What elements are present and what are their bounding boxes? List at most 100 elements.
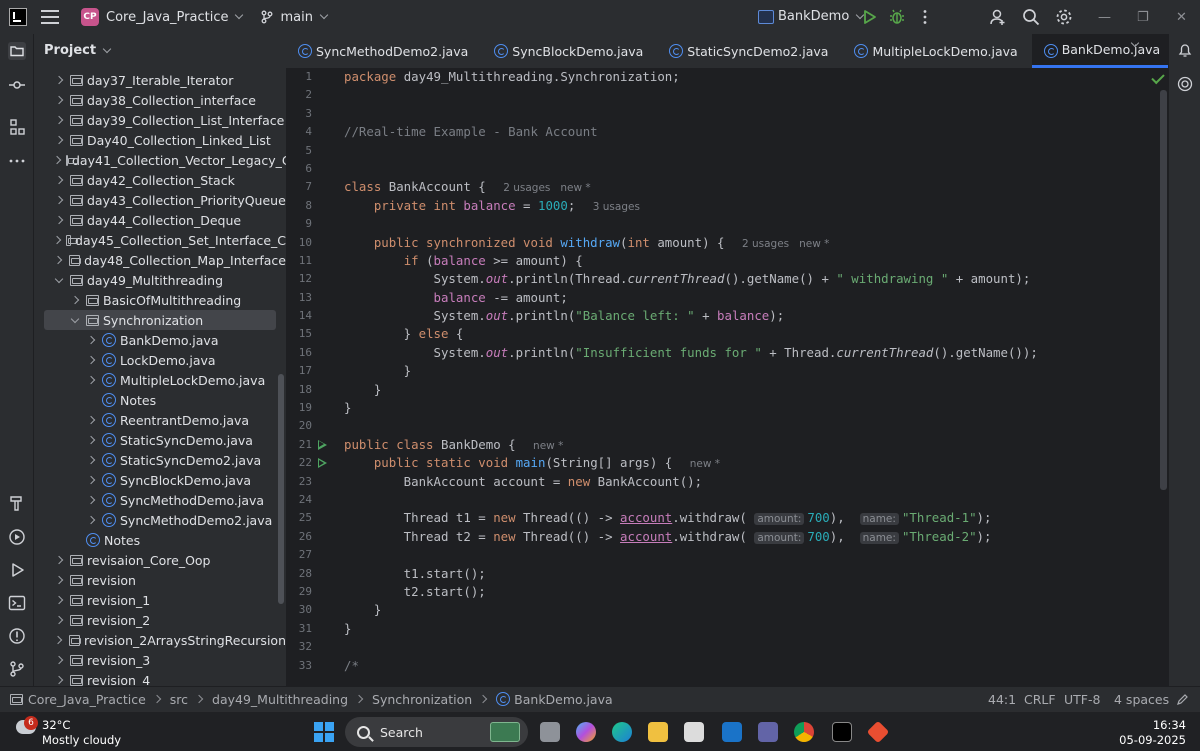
breadcrumb-item[interactable]: src (170, 692, 188, 707)
chevron-right-icon[interactable] (86, 375, 96, 385)
breadcrumb-item[interactable]: day49_Multithreading (212, 692, 348, 707)
tree-item[interactable]: ReentrantDemo.java (34, 410, 286, 430)
line-number[interactable]: 32 (286, 638, 336, 656)
edge-browser-icon[interactable] (612, 722, 632, 742)
line-number[interactable]: 4 (286, 123, 336, 141)
chevron-right-icon[interactable] (86, 415, 96, 425)
tree-item[interactable]: day41_Collection_Vector_Legacy_C (34, 150, 286, 170)
debug-icon[interactable] (888, 8, 906, 26)
git-icon[interactable] (866, 720, 890, 744)
line-number[interactable]: 28 (286, 565, 336, 583)
code-line[interactable]: BankAccount account = new BankAccount(); (344, 473, 1154, 491)
outlook-icon[interactable] (722, 722, 742, 742)
taskbar-search[interactable]: Search (345, 717, 528, 747)
chevron-down-icon[interactable] (319, 10, 329, 20)
code-vision-hint[interactable]: new * (690, 458, 720, 470)
tree-item[interactable]: SyncMethodDemo2.java (34, 510, 286, 530)
code-line[interactable]: Thread t1 = new Thread(() -> account.wit… (344, 509, 1154, 527)
code-line[interactable]: public synchronized void withdraw(int am… (344, 234, 1154, 252)
line-number[interactable]: 15 (286, 325, 336, 343)
tree-item[interactable]: day44_Collection_Deque (34, 210, 286, 230)
tree-item[interactable]: revisaion_Core_Oop (34, 550, 286, 570)
breadcrumb-item[interactable]: BankDemo.java (514, 692, 612, 707)
ai-assistant-icon[interactable] (1177, 76, 1193, 92)
run-gutter-icon[interactable] (318, 458, 327, 469)
line-number[interactable]: 16 (286, 344, 336, 362)
chevron-right-icon[interactable] (86, 335, 96, 345)
editor-scrollbar[interactable] (1160, 90, 1167, 490)
chevron-right-icon[interactable] (86, 455, 96, 465)
chevron-down-icon[interactable] (70, 315, 80, 325)
line-number[interactable]: 5 (286, 142, 336, 160)
line-number[interactable]: 22 (286, 454, 336, 472)
tree-item[interactable]: day48_Collection_Map_Interface (34, 250, 286, 270)
services-icon[interactable] (8, 528, 26, 546)
tree-item[interactable]: revision_2ArraysStringRecursion (34, 630, 286, 650)
settings-gear-icon[interactable] (1055, 8, 1073, 26)
chevron-right-icon[interactable] (54, 595, 64, 605)
weather-description[interactable]: Mostly cloudy (42, 733, 121, 747)
code-line[interactable]: System.out.println("Insufficient funds f… (344, 344, 1154, 362)
code-line[interactable]: class BankAccount { 2 usages new * (344, 178, 1154, 196)
line-number[interactable]: 3 (286, 105, 336, 123)
project-panel-header[interactable]: Project (34, 34, 286, 67)
project-selector[interactable]: Core_Java_Practice (106, 10, 228, 25)
line-number[interactable]: 18 (286, 381, 336, 399)
run-configuration-selector[interactable]: BankDemo (758, 9, 865, 24)
tree-item[interactable]: BasicOfMultithreading (34, 290, 286, 310)
chevron-right-icon[interactable] (54, 115, 64, 125)
line-number[interactable]: 31 (286, 620, 336, 638)
tree-item[interactable]: StaticSyncDemo.java (34, 430, 286, 450)
indent-setting[interactable]: 4 spaces (1114, 692, 1169, 707)
run-gutter-icon[interactable] (318, 439, 327, 450)
code-line[interactable] (344, 160, 1154, 178)
line-number[interactable]: 8 (286, 197, 336, 215)
tree-item[interactable]: Notes (34, 390, 286, 410)
code-line[interactable]: } (344, 362, 1154, 380)
code-line[interactable]: private int balance = 1000; 3 usages (344, 197, 1154, 215)
line-number[interactable]: 33 (286, 657, 336, 675)
more-actions-icon[interactable] (916, 8, 934, 26)
code-line[interactable]: //Real-time Example - Bank Account (344, 123, 1154, 141)
microsoft-store-icon[interactable] (684, 722, 704, 742)
line-number[interactable]: 19 (286, 399, 336, 417)
line-number[interactable]: 27 (286, 546, 336, 564)
chevron-right-icon[interactable] (54, 555, 64, 565)
line-number[interactable]: 6 (286, 160, 336, 178)
file-explorer-icon[interactable] (648, 722, 668, 742)
task-view-icon[interactable] (540, 722, 560, 742)
editor-tab[interactable]: SyncBlockDemo.java (482, 34, 657, 68)
editor-tab[interactable]: SyncMethodDemo2.java (286, 34, 482, 68)
code-line[interactable]: Thread t2 = new Thread(() -> account.wit… (344, 528, 1154, 546)
line-number[interactable]: 1 (286, 68, 336, 86)
tree-item[interactable]: SyncMethodDemo.java (34, 490, 286, 510)
code-line[interactable]: if (balance >= amount) { (344, 252, 1154, 270)
project-folder-icon[interactable] (8, 42, 26, 60)
chevron-down-icon[interactable] (235, 10, 244, 20)
chevron-right-icon[interactable] (54, 155, 60, 165)
tree-item[interactable]: day43_Collection_PriorityQueue (34, 190, 286, 210)
line-number[interactable]: 10 (286, 234, 336, 252)
line-number[interactable]: 24 (286, 491, 336, 509)
add-user-icon[interactable] (989, 8, 1007, 26)
code-line[interactable]: public static void main(String[] args) {… (344, 454, 1154, 472)
code-line[interactable] (344, 417, 1154, 435)
code-line[interactable]: System.out.println("Balance left: " + ba… (344, 307, 1154, 325)
line-number[interactable]: 13 (286, 289, 336, 307)
chevron-right-icon[interactable] (54, 655, 64, 665)
chevron-right-icon[interactable] (54, 255, 63, 265)
tree-item[interactable]: BankDemo.java (34, 330, 286, 350)
commit-icon[interactable] (8, 76, 26, 94)
tree-item[interactable]: day37_Iterable_Iterator (34, 70, 286, 90)
clock-time[interactable]: 16:34 (1153, 718, 1186, 732)
code-line[interactable]: balance -= amount; (344, 289, 1154, 307)
line-number[interactable]: 29 (286, 583, 336, 601)
code-line[interactable]: public class BankDemo { new * (344, 436, 1154, 454)
code-line[interactable] (344, 105, 1154, 123)
code-vision-hint[interactable]: new * (560, 182, 590, 194)
chevron-down-icon[interactable] (102, 44, 112, 53)
tree-item[interactable]: day49_Multithreading (34, 270, 286, 290)
project-scrollbar[interactable] (278, 374, 284, 604)
chevron-right-icon[interactable] (70, 295, 80, 305)
chevron-right-icon[interactable] (86, 355, 96, 365)
